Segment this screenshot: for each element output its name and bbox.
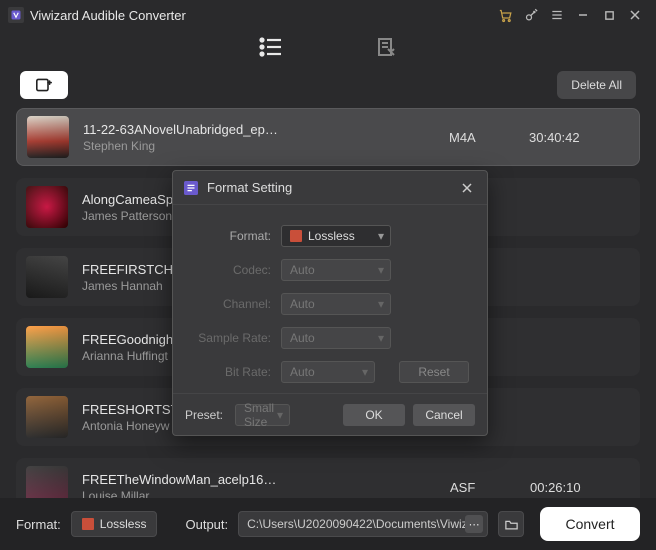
- format-selector[interactable]: Lossless: [71, 511, 158, 537]
- dialog-channel-label: Channel:: [191, 297, 281, 311]
- dialog-footer: Preset: Small Size ▾ OK Cancel: [173, 393, 487, 435]
- chevron-down-icon: ▾: [378, 331, 384, 345]
- track-title: 11-22-63ANovelUnabridged_ep6_l2U...: [83, 122, 283, 137]
- app-icon: [8, 7, 24, 23]
- chevron-down-icon: ▾: [277, 408, 283, 422]
- view-mode-bar: [0, 30, 656, 66]
- output-path-field[interactable]: C:\Users\U2020090422\Documents\Viwiza ⋯: [238, 511, 488, 537]
- close-icon[interactable]: [622, 2, 648, 28]
- track-row[interactable]: 11-22-63ANovelUnabridged_ep6_l2U... Steph…: [16, 108, 640, 166]
- format-color-icon: [290, 230, 302, 242]
- dialog-bitrate-select: Auto ▾: [281, 361, 375, 383]
- chevron-down-icon: ▾: [378, 297, 384, 311]
- dialog-codec-label: Codec:: [191, 263, 281, 277]
- dialog-codec-select: Auto ▾: [281, 259, 391, 281]
- dialog-channel-select: Auto ▾: [281, 293, 391, 315]
- track-format: M4A: [449, 130, 529, 145]
- track-duration: 00:26:10: [530, 480, 630, 495]
- track-duration: 30:40:42: [529, 130, 629, 145]
- track-author: Stephen King: [83, 139, 449, 153]
- cover-art: [26, 186, 68, 228]
- dialog-icon: [183, 180, 199, 196]
- dialog-preset-select: Small Size ▾: [235, 404, 290, 426]
- app-title: Viwizard Audible Converter: [30, 8, 186, 23]
- dialog-ok-button[interactable]: OK: [343, 404, 405, 426]
- chevron-down-icon: ▾: [362, 365, 368, 379]
- key-icon[interactable]: [518, 2, 544, 28]
- format-setting-dialog: Format Setting Format: Lossless ▾ Codec:…: [172, 170, 488, 436]
- delete-all-button[interactable]: Delete All: [557, 71, 636, 99]
- dialog-cancel-button[interactable]: Cancel: [413, 404, 475, 426]
- list-view-icon[interactable]: [258, 36, 284, 61]
- convert-button[interactable]: Convert: [540, 507, 640, 541]
- menu-icon[interactable]: [544, 2, 570, 28]
- dialog-bitrate-label: Bit Rate:: [191, 365, 281, 379]
- action-row: Delete All: [0, 66, 656, 104]
- output-path-more-icon[interactable]: ⋯: [465, 515, 483, 533]
- cover-art: [26, 256, 68, 298]
- dialog-row-sample-rate: Sample Rate: Auto ▾: [191, 321, 469, 355]
- dialog-close-icon[interactable]: [457, 178, 477, 198]
- cover-art: [27, 116, 69, 158]
- output-path-text: C:\Users\U2020090422\Documents\Viwiza: [247, 517, 474, 531]
- maximize-icon[interactable]: [596, 2, 622, 28]
- open-folder-button[interactable]: [498, 511, 524, 537]
- dialog-row-bitrate: Bit Rate: Auto ▾ Reset: [191, 355, 469, 389]
- add-button[interactable]: [20, 71, 68, 99]
- chevron-down-icon: ▾: [378, 229, 384, 243]
- format-chip-icon: [82, 518, 94, 530]
- dialog-preset-label: Preset:: [185, 408, 223, 422]
- output-label: Output:: [185, 517, 228, 532]
- track-format: ASF: [450, 480, 530, 495]
- dialog-format-select[interactable]: Lossless ▾: [281, 225, 391, 247]
- dialog-row-format: Format: Lossless ▾: [191, 219, 469, 253]
- minimize-icon[interactable]: [570, 2, 596, 28]
- edit-view-icon[interactable]: [374, 35, 398, 62]
- cart-icon[interactable]: [492, 2, 518, 28]
- chevron-down-icon: ▾: [378, 263, 384, 277]
- dialog-samplerate-label: Sample Rate:: [191, 331, 281, 345]
- track-title: FREETheWindowMan_acelp16_Li3rr...: [82, 472, 282, 487]
- dialog-samplerate-select: Auto ▾: [281, 327, 391, 349]
- bottom-bar: Format: Lossless Output: C:\Users\U20200…: [0, 498, 656, 550]
- format-value: Lossless: [100, 517, 147, 531]
- dialog-row-codec: Codec: Auto ▾: [191, 253, 469, 287]
- dialog-row-channel: Channel: Auto ▾: [191, 287, 469, 321]
- track-meta: 11-22-63ANovelUnabridged_ep6_l2U... Steph…: [83, 122, 449, 153]
- dialog-format-label: Format:: [191, 229, 281, 243]
- dialog-title: Format Setting: [207, 180, 292, 195]
- cover-art: [26, 396, 68, 438]
- dialog-reset-button[interactable]: Reset: [399, 361, 469, 383]
- cover-art: [26, 326, 68, 368]
- titlebar: Viwizard Audible Converter: [0, 0, 656, 30]
- format-label: Format:: [16, 517, 61, 532]
- dialog-titlebar: Format Setting: [173, 171, 487, 205]
